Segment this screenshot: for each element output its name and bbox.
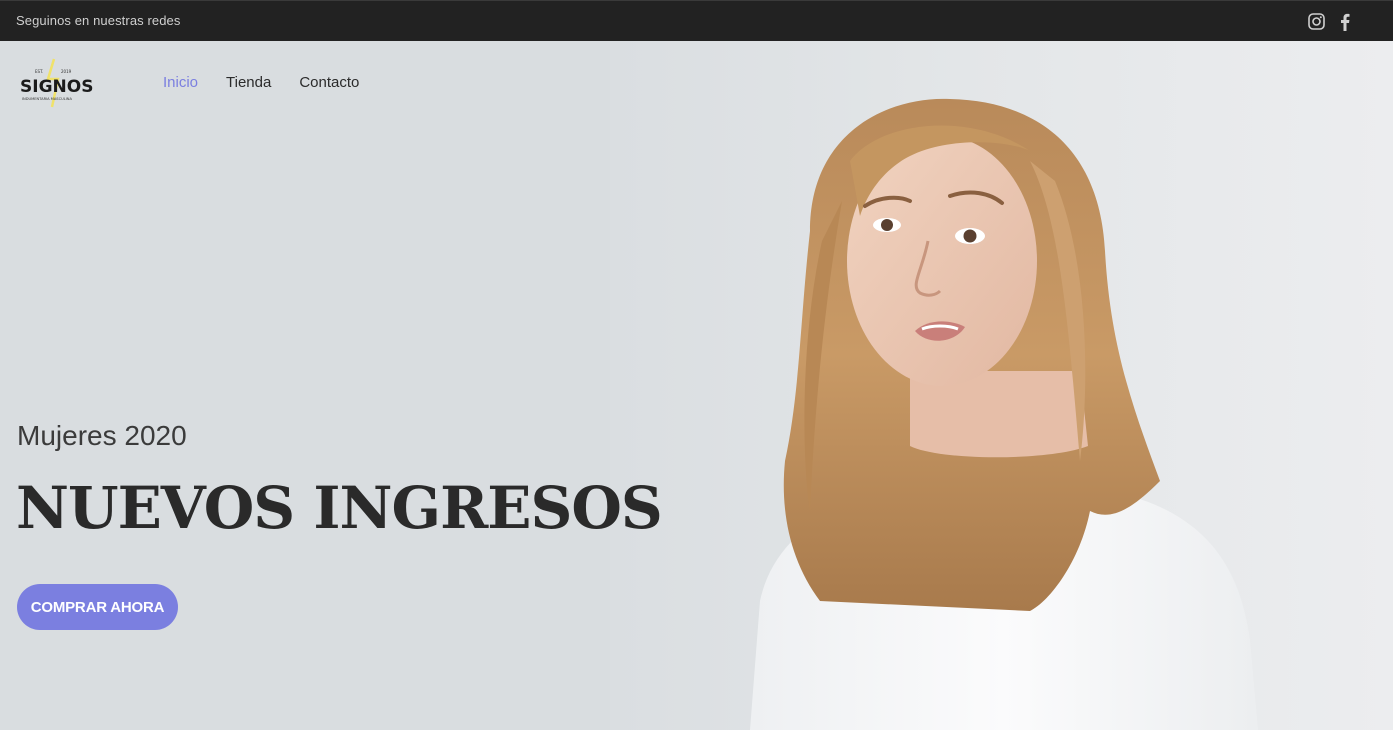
site-header: EST. 2019 SIGNOS INDUMENTARIA MASCULINA …	[0, 41, 1393, 125]
nav-item-tienda[interactable]: Tienda	[226, 74, 271, 91]
hero-section	[0, 41, 1393, 730]
top-bar: Seguinos en nuestras redes	[0, 0, 1393, 41]
signos-logo[interactable]: EST. 2019 SIGNOS INDUMENTARIA MASCULINA	[18, 57, 94, 111]
topbar-text: Seguinos en nuestras redes	[16, 13, 181, 28]
hero-model-image	[750, 98, 1258, 730]
instagram-icon[interactable]	[1307, 12, 1326, 31]
main-nav: Inicio Tienda Contacto	[163, 74, 359, 91]
hero-subtitle: Mujeres 2020	[17, 420, 187, 451]
hero-title: NUEVOS INGRESOS	[16, 474, 663, 542]
logo-est-left: EST.	[35, 69, 43, 74]
facebook-icon[interactable]	[1338, 12, 1352, 31]
nav-item-inicio[interactable]: Inicio	[163, 74, 198, 91]
nav-item-contacto[interactable]: Contacto	[299, 74, 359, 91]
shop-now-button[interactable]: COMPRAR AHORA	[17, 584, 178, 630]
logo-tagline: INDUMENTARIA MASCULINA	[22, 97, 72, 101]
logo-brand: SIGNOS	[20, 77, 93, 97]
logo-est-right: 2019	[61, 69, 72, 74]
